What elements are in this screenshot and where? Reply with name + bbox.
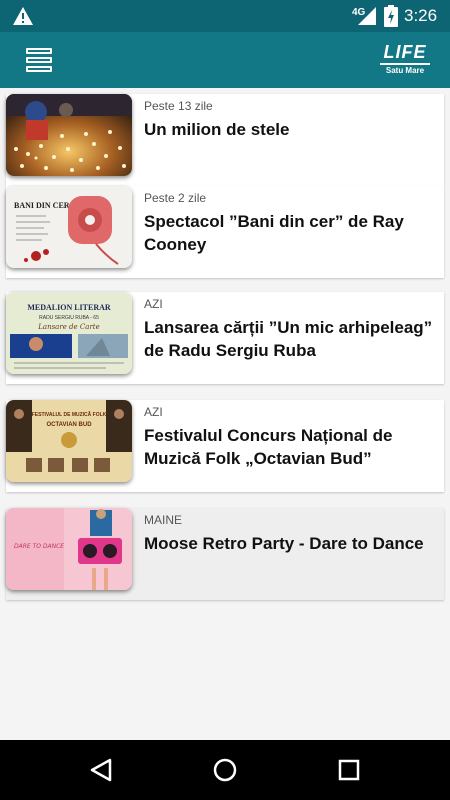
event-thumbnail-festival-folk: FESTIVALUL DE MUZICĂ FOLK OCTAVIAN BUD bbox=[6, 400, 132, 482]
poster-title: FESTIVALUL DE MUZICĂ FOLK bbox=[32, 411, 107, 418]
event-thumbnail-bani-din-cer: BANI DIN CER bbox=[6, 186, 132, 268]
event-date: AZI bbox=[144, 297, 163, 311]
event-title: Moose Retro Party - Dare to Dance bbox=[144, 534, 424, 553]
app-bar: LIFE Satu Mare bbox=[0, 32, 450, 88]
event-title: Spectacol ”Bani din cer” de Ray Cooney bbox=[144, 212, 404, 254]
battery-charging-icon bbox=[384, 5, 398, 27]
event-list-item[interactable]: MEDALION LITERAR RADU SERGIU RUBA - 65 L… bbox=[6, 292, 444, 384]
event-thumbnail-retro-party: DARE TO DANCE bbox=[6, 508, 132, 590]
event-list-item[interactable]: FESTIVALUL DE MUZICĂ FOLK OCTAVIAN BUD A… bbox=[6, 400, 444, 492]
poster-title: BANI DIN CER bbox=[14, 201, 70, 210]
poster-script: Lansare de Carte bbox=[37, 323, 100, 331]
status-bar: 4G 3:26 bbox=[0, 0, 450, 32]
event-list-item[interactable]: DARE TO DANCE MAINE Moose Retro Party - … bbox=[6, 508, 444, 600]
poster-subtitle: RADU SERGIU RUBA - 65 bbox=[39, 315, 99, 321]
logo-main-text: LIFE bbox=[383, 42, 427, 62]
logo-sub-text: Satu Mare bbox=[380, 63, 430, 76]
poster-title: MEDALION LITERAR bbox=[27, 303, 111, 312]
event-date: Peste 13 zile bbox=[144, 99, 213, 113]
signal-icon bbox=[358, 7, 376, 25]
poster-subtitle: OCTAVIAN BUD bbox=[46, 422, 92, 428]
back-triangle-icon[interactable] bbox=[86, 756, 116, 784]
event-date: Peste 2 zile bbox=[144, 191, 207, 205]
event-date: AZI bbox=[144, 405, 163, 419]
warning-icon bbox=[13, 7, 33, 25]
system-navigation-bar bbox=[0, 740, 450, 800]
event-thumbnail-medalion-literar: MEDALION LITERAR RADU SERGIU RUBA - 65 L… bbox=[6, 292, 132, 374]
event-title: Un milion de stele bbox=[144, 120, 290, 139]
event-title: Lansarea cărții ”Un mic arhipeleag” de R… bbox=[144, 318, 433, 360]
clock: 3:26 bbox=[404, 6, 438, 25]
event-thumbnail-stars bbox=[6, 94, 132, 176]
home-circle-icon[interactable] bbox=[210, 756, 240, 784]
event-date: MAINE bbox=[144, 513, 183, 527]
event-list-item[interactable]: Peste 13 zile Un milion de stele bbox=[6, 94, 444, 186]
list-menu-icon[interactable] bbox=[22, 45, 58, 75]
event-title: Festivalul Concurs Național de Muzică Fo… bbox=[144, 426, 393, 468]
recents-square-icon[interactable] bbox=[334, 756, 364, 784]
event-list-item[interactable]: BANI DIN CER Peste 2 zile Spectacol ”Ban… bbox=[6, 186, 444, 278]
app-logo: LIFE Satu Mare bbox=[380, 42, 430, 78]
poster-title: DARE TO DANCE bbox=[14, 543, 64, 550]
